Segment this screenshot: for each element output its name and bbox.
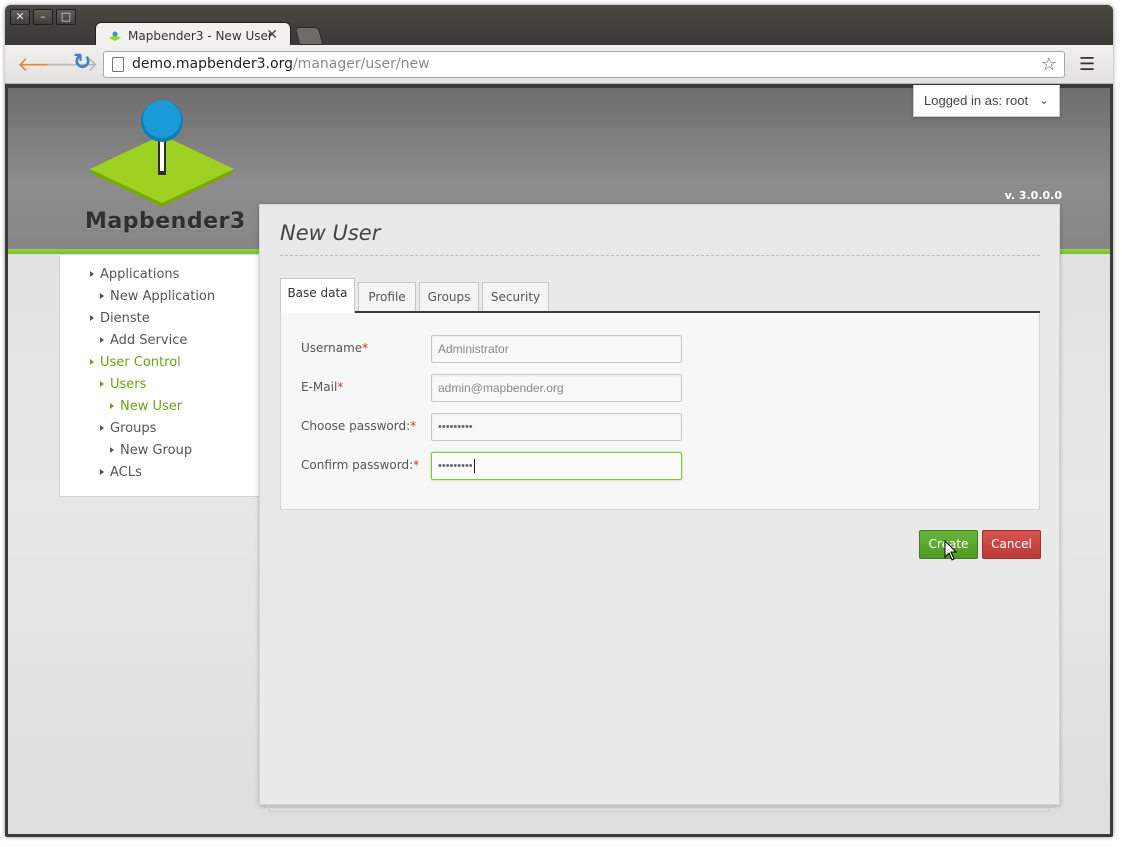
tab-groups[interactable]: Groups (419, 282, 479, 312)
sidebar-item-user-control[interactable]: User Control (90, 355, 181, 370)
sidebar-item-users[interactable]: Users (100, 377, 146, 392)
tab-profile[interactable]: Profile (358, 282, 416, 312)
caret-right-icon (90, 271, 94, 277)
address-bar[interactable]: demo.mapbender3.org/manager/user/new ☆ (103, 51, 1065, 78)
choose-password-input[interactable]: ••••••••• (431, 413, 682, 441)
tab-title: Mapbender3 - New User (128, 29, 273, 43)
confirm-password-input[interactable]: ••••••••• (431, 452, 682, 480)
mapbender-favicon-icon (109, 31, 121, 41)
url-text: demo.mapbender3.org/manager/user/new (132, 56, 430, 72)
sidebar-item-applications[interactable]: Applications (90, 267, 179, 282)
caret-right-icon (100, 425, 104, 431)
chevron-down-icon: ⌄ (1038, 93, 1049, 107)
caret-right-icon (100, 293, 104, 299)
user-form: Username* Administrator E-Mail* admin@ma… (280, 313, 1040, 510)
text-caret (473, 459, 475, 474)
window-controls: ✕ – □ (10, 9, 76, 25)
tab-security[interactable]: Security (482, 282, 549, 312)
caret-right-icon (100, 381, 104, 387)
title-divider (280, 255, 1040, 256)
choose-password-label: Choose password:* (301, 419, 417, 433)
reload-icon[interactable]: ↻ (73, 52, 91, 74)
caret-right-icon (90, 359, 94, 365)
email-input[interactable]: admin@mapbender.org (431, 374, 682, 402)
caret-right-icon (110, 447, 114, 453)
tab-base-data[interactable]: Base data (280, 278, 355, 313)
sidebar-item-new-group[interactable]: New Group (110, 443, 192, 458)
confirm-password-label: Confirm password:* (301, 458, 420, 472)
sidebar-item-acls[interactable]: ACLs (100, 465, 142, 480)
minimize-window-button[interactable]: – (33, 9, 53, 25)
page-title: New User (280, 221, 381, 245)
hamburger-menu-icon[interactable]: ☰ (1079, 54, 1095, 75)
caret-right-icon (100, 337, 104, 343)
browser-toolbar: 🡐 🡒 ↻ demo.mapbender3.org/manager/user/n… (5, 45, 1113, 84)
mouse-pointer-icon (944, 540, 958, 561)
maximize-window-button[interactable]: □ (56, 9, 76, 25)
sidebar-item-new-user[interactable]: New User (110, 399, 182, 414)
page-icon (112, 57, 124, 72)
sidebar-item-new-application[interactable]: New Application (100, 289, 215, 304)
email-label: E-Mail* (301, 380, 344, 394)
sidebar-item-dienste[interactable]: Dienste (90, 311, 150, 326)
username-label: Username* (301, 341, 369, 355)
new-tab-button[interactable] (294, 27, 324, 45)
logged-in-label: Logged in as: root (924, 93, 1029, 108)
sidebar-item-add-service[interactable]: Add Service (100, 333, 187, 348)
close-window-button[interactable]: ✕ (10, 9, 30, 25)
version-label: v. 3.0.0.0 (1004, 189, 1062, 202)
caret-right-icon (100, 469, 104, 475)
browser-window: ✕ – □ Mapbender3 - New User ✕ 🡐 🡒 ↻ demo… (5, 5, 1113, 837)
logo-text: Mapbender3 (85, 209, 246, 234)
page-content: Mapbender3 v. 3.0.0.0 Logged in as: root… (8, 85, 1110, 834)
title-bar: ✕ – □ Mapbender3 - New User ✕ (5, 5, 1113, 50)
bookmark-star-icon[interactable]: ☆ (1041, 54, 1057, 75)
sidebar-nav: Applications New Application Dienste Add… (59, 255, 267, 497)
tab-close-icon[interactable]: ✕ (266, 27, 278, 43)
caret-right-icon (110, 403, 114, 409)
sidebar-item-groups[interactable]: Groups (100, 421, 156, 436)
content-panel: New User Base data Profile Groups Securi… (259, 204, 1060, 805)
user-menu-dropdown[interactable]: Logged in as: root ⌄ (913, 85, 1060, 117)
caret-right-icon (90, 315, 94, 321)
username-input[interactable]: Administrator (431, 335, 682, 363)
panel-stack-shadow (269, 808, 1050, 812)
cancel-button[interactable]: Cancel (982, 530, 1041, 559)
